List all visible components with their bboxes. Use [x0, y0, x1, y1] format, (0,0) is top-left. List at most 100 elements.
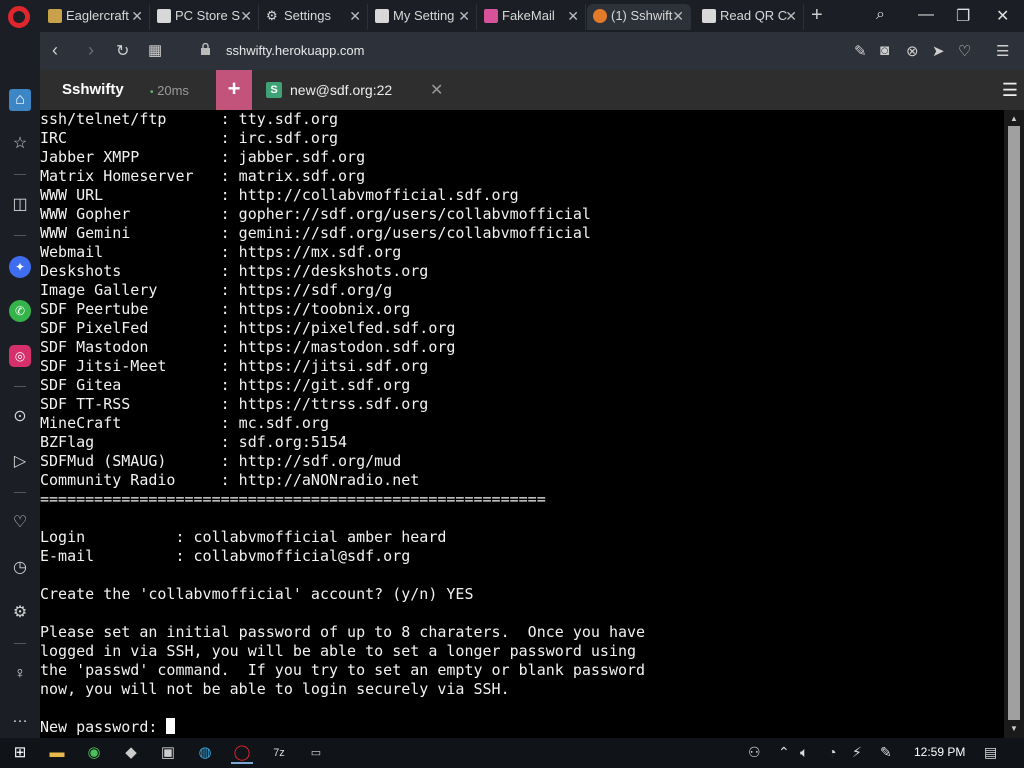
- app-header: Sshwifty • 20ms + S new@sdf.org:22 ✕ ☰: [40, 70, 1024, 110]
- snapshot-icon[interactable]: ◙: [880, 42, 889, 59]
- app-title[interactable]: Sshwifty: [62, 81, 124, 98]
- terminal-line: SDF PixelFed : https://pixelfed.sdf.org: [40, 319, 456, 337]
- roblox-icon[interactable]: ◆: [120, 742, 142, 764]
- more-icon[interactable]: …: [9, 707, 31, 729]
- forward-icon[interactable]: ›: [88, 40, 94, 61]
- system-clock[interactable]: 12:59 PM: [914, 745, 965, 759]
- browser-tab[interactable]: FakeMail ✕: [478, 4, 586, 30]
- browser-tab[interactable]: My Setting ✕: [369, 4, 477, 30]
- add-connection-button[interactable]: +: [216, 70, 252, 110]
- qr-icon: [702, 9, 716, 23]
- divider: [14, 235, 26, 236]
- password-prompt: New password:: [40, 718, 167, 736]
- browser-tab-active[interactable]: (1) Sshwift ✕: [587, 4, 691, 30]
- divider: [14, 174, 26, 175]
- speed-dial-icon[interactable]: ▦: [148, 41, 162, 59]
- terminal-line: MineCraft : mc.sdf.org: [40, 414, 329, 432]
- instagram-icon[interactable]: ◎: [9, 345, 31, 367]
- minimize-icon[interactable]: —: [918, 6, 934, 24]
- close-icon[interactable]: ✕: [430, 80, 443, 100]
- terminal-line: IRC : irc.sdf.org: [40, 129, 339, 147]
- tab-label: My Setting: [393, 8, 455, 23]
- terminal-scrollbar[interactable]: ▲ ▼: [1004, 110, 1024, 738]
- roblox-icon: [157, 9, 171, 23]
- terminal-line: Community Radio : http://aNONradio.net: [40, 471, 420, 489]
- pen-icon[interactable]: ✎: [880, 744, 892, 761]
- 7zip-icon[interactable]: 7z: [268, 742, 290, 764]
- close-icon[interactable]: ✕: [458, 4, 470, 28]
- send-icon[interactable]: ➤: [932, 42, 945, 60]
- hamburger-menu-icon[interactable]: ☰: [1002, 80, 1018, 101]
- edge-icon[interactable]: ◍: [194, 742, 216, 764]
- url-field[interactable]: sshwifty.herokuapp.com: [226, 43, 365, 58]
- file-explorer-icon[interactable]: ▬: [46, 742, 68, 764]
- scroll-down-icon[interactable]: ▼: [1010, 724, 1018, 733]
- gear-icon[interactable]: ⚙: [9, 602, 31, 624]
- terminal-cursor: [166, 718, 176, 734]
- browser-tab-strip: Eaglercraft ✕ PC Store S ✕ ⚙ Settings ✕ …: [0, 0, 1024, 32]
- history-icon[interactable]: ◷: [9, 557, 31, 579]
- people-icon[interactable]: ⚇: [748, 744, 761, 761]
- status-dot-icon: •: [150, 87, 154, 98]
- chevron-up-icon[interactable]: ⌃: [778, 744, 790, 761]
- new-tab-button[interactable]: +: [811, 4, 823, 26]
- scroll-up-icon[interactable]: ▲: [1010, 114, 1018, 123]
- search-tabs-icon[interactable]: ⌕: [876, 6, 885, 24]
- browser-tab[interactable]: Eaglercraft ✕: [42, 4, 150, 30]
- lock-icon: [201, 43, 210, 55]
- close-icon[interactable]: ✕: [131, 4, 143, 28]
- easy-setup-icon[interactable]: ☰: [996, 42, 1009, 60]
- opera-menu-icon[interactable]: [8, 6, 30, 28]
- heart-icon[interactable]: ♡: [958, 42, 971, 60]
- volume-icon[interactable]: 🔈︎: [800, 744, 808, 761]
- close-icon[interactable]: ✕: [567, 4, 579, 28]
- restore-icon[interactable]: ❐: [956, 6, 970, 26]
- back-icon[interactable]: ‹: [52, 40, 58, 61]
- terminal-line: SDF Peertube : https://toobnix.org: [40, 300, 411, 318]
- adblock-icon[interactable]: ⊗: [906, 42, 919, 60]
- tab-label: Eaglercraft: [66, 8, 129, 23]
- terminal-line: E-mail : collabvmofficial@sdf.org: [40, 547, 411, 565]
- flow-icon[interactable]: ▷: [9, 451, 31, 473]
- connection-tab[interactable]: S new@sdf.org:22 ✕: [256, 70, 452, 110]
- terminal-line: Please set an initial password of up to …: [40, 623, 646, 641]
- close-icon[interactable]: ✕: [240, 4, 252, 28]
- terminal-line: logged in via SSH, you will be able to s…: [40, 642, 637, 660]
- wifi-icon[interactable]: ◔: [828, 744, 836, 760]
- heart-icon[interactable]: ♡: [9, 512, 31, 534]
- star-icon[interactable]: ☆: [9, 133, 31, 155]
- windows-start-icon[interactable]: ⊞: [9, 742, 31, 764]
- terminal-line: ========================================…: [40, 490, 546, 508]
- terminal-screen[interactable]: ssh/telnet/ftp : tty.sdf.org IRC : irc.sd…: [40, 110, 1004, 738]
- latency-value: 20ms: [157, 83, 189, 98]
- browser-tab[interactable]: Read QR C ✕: [696, 4, 804, 30]
- edit-page-icon[interactable]: ✎: [854, 42, 867, 60]
- roblox-icon: [375, 9, 389, 23]
- terminal-line: the 'passwd' command. If you try to set …: [40, 661, 646, 679]
- terminal-line: ssh/telnet/ftp : tty.sdf.org: [40, 110, 339, 128]
- close-window-icon[interactable]: ✕: [996, 6, 1009, 26]
- divider: [14, 386, 26, 387]
- store-icon[interactable]: ▣: [157, 742, 179, 764]
- opera-taskbar-icon[interactable]: ◯: [231, 742, 253, 764]
- chrome-icon[interactable]: ◉: [83, 742, 105, 764]
- home-icon[interactable]: ⌂: [9, 89, 31, 111]
- close-icon[interactable]: ✕: [349, 4, 361, 28]
- player-icon[interactable]: ⊙: [9, 406, 31, 428]
- password-prompt-line[interactable]: New password:: [40, 718, 1004, 737]
- close-icon[interactable]: ✕: [672, 4, 684, 28]
- reload-icon[interactable]: ↻: [116, 41, 129, 61]
- messenger-icon[interactable]: ✦: [9, 256, 31, 278]
- browser-tab[interactable]: PC Store S ✕: [151, 4, 259, 30]
- terminal-line: Deskshots : https://deskshots.org: [40, 262, 429, 280]
- notification-icon[interactable]: ▤: [984, 744, 997, 761]
- power-icon[interactable]: ⚡︎: [852, 744, 862, 761]
- browser-tab[interactable]: ⚙ Settings ✕: [260, 4, 368, 30]
- shopping-icon[interactable]: ◫: [9, 194, 31, 216]
- scroll-thumb[interactable]: [1008, 126, 1020, 720]
- lightbulb-icon[interactable]: ♀: [9, 663, 31, 685]
- close-icon[interactable]: ✕: [785, 4, 797, 28]
- whatsapp-icon[interactable]: ✆: [9, 300, 31, 322]
- cmd-icon[interactable]: ▭: [305, 742, 327, 764]
